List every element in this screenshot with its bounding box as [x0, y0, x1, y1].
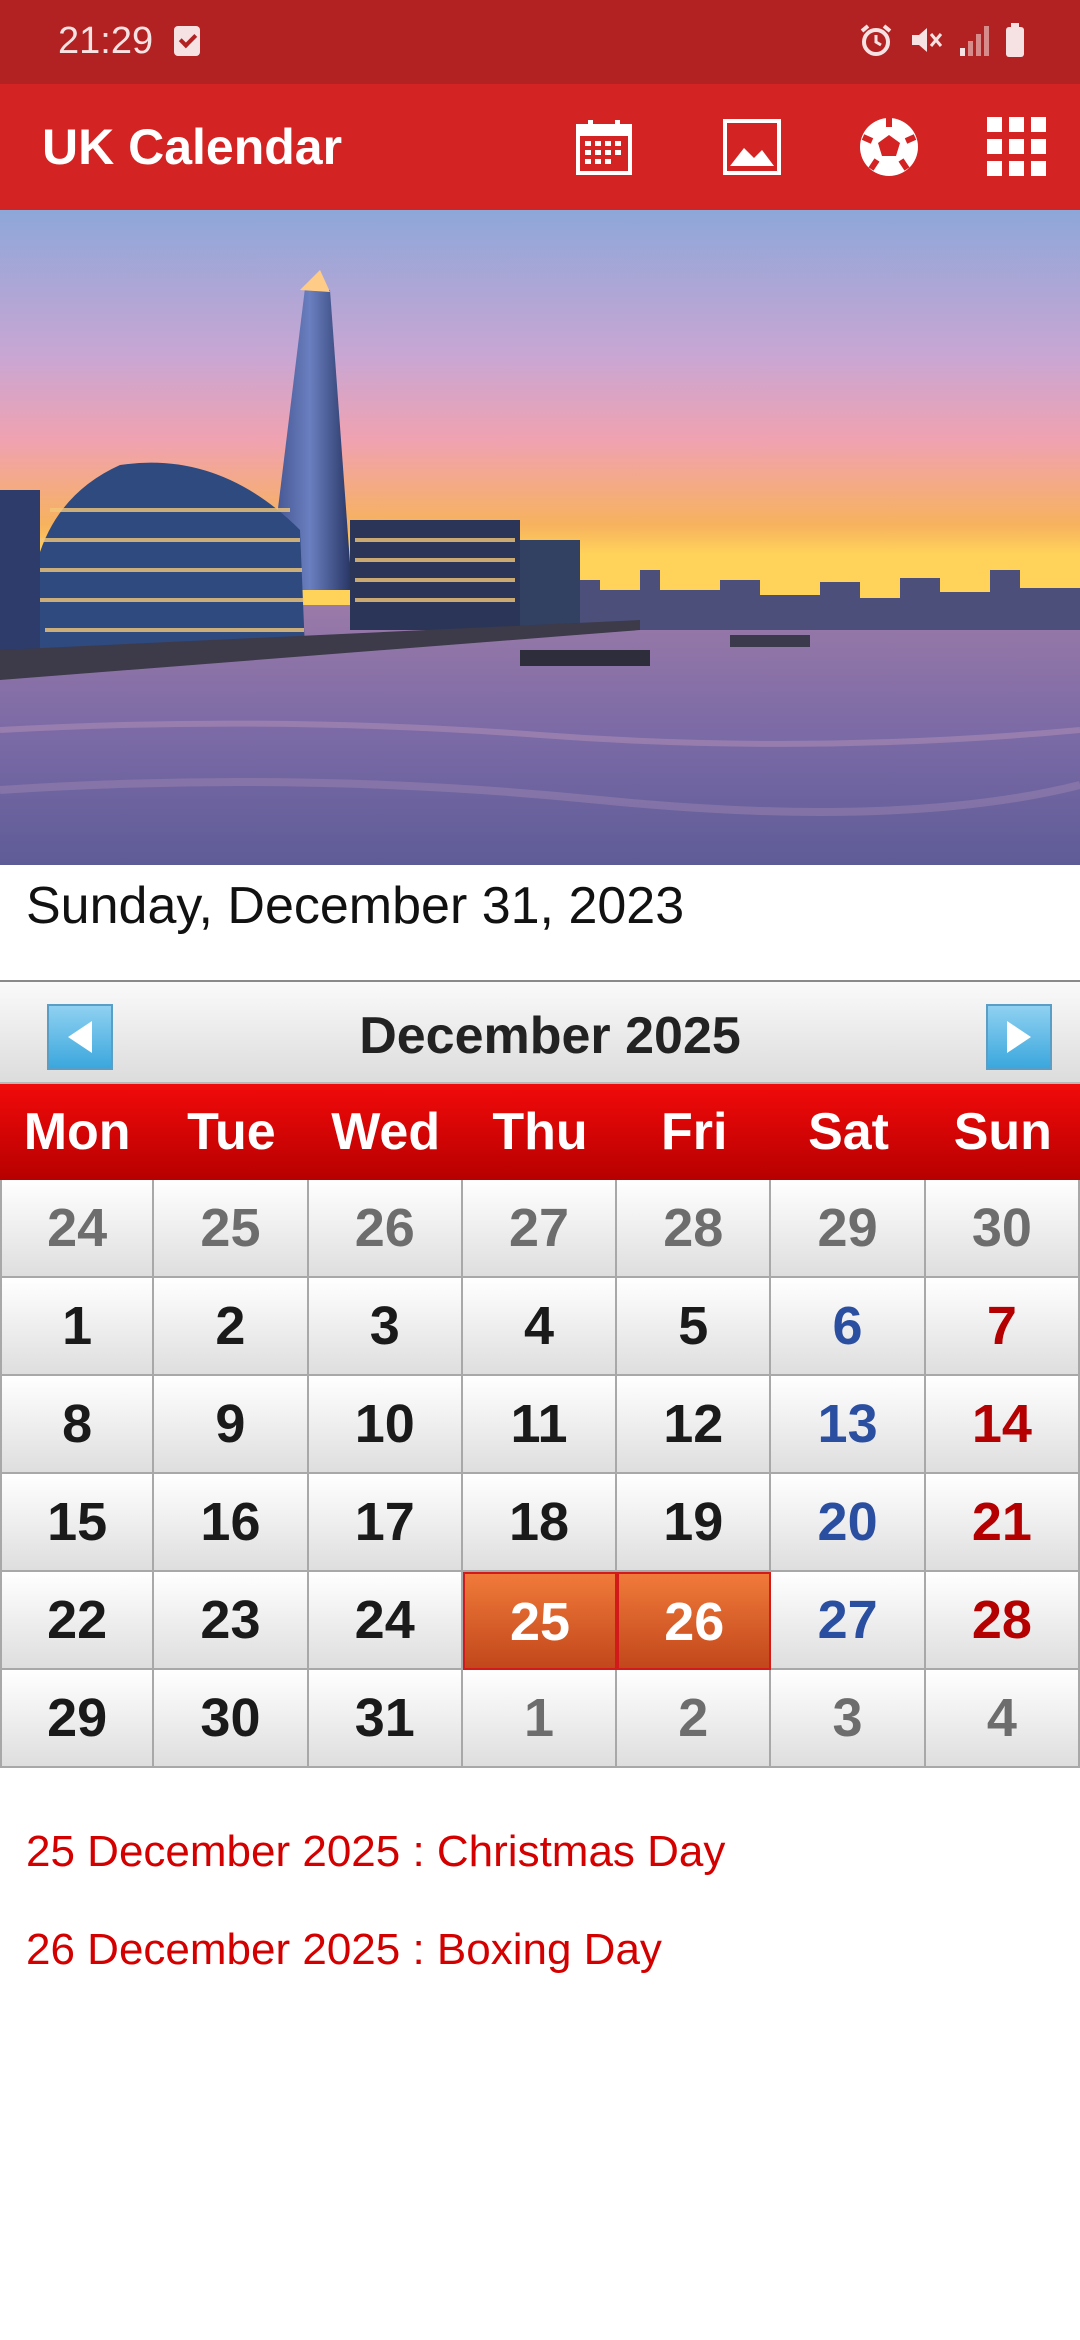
day-cell[interactable]: 30: [154, 1670, 309, 1768]
day-cell[interactable]: 3: [308, 1278, 463, 1376]
image-icon: [723, 119, 781, 175]
current-date: Sunday, December 31, 2023: [26, 877, 685, 935]
day-cell[interactable]: 4: [462, 1278, 618, 1376]
signal-icon: [960, 26, 989, 56]
day-cell[interactable]: 23: [154, 1572, 309, 1670]
day-cell[interactable]: 1: [0, 1278, 155, 1376]
day-cell[interactable]: 26: [308, 1180, 463, 1278]
next-month-button[interactable]: [986, 1004, 1052, 1070]
day-cell[interactable]: 13: [771, 1376, 926, 1474]
weekday-label: Sun: [953, 1103, 1052, 1161]
notification-check-icon: [174, 26, 200, 56]
holiday-item[interactable]: 26 December 2025 : Boxing Day: [26, 1920, 725, 2018]
arrow-right-icon: [1007, 1021, 1031, 1053]
app-bar: UK Calendar: [0, 84, 1080, 210]
weekday-label: Fri: [661, 1103, 728, 1161]
day-cell[interactable]: 4: [925, 1670, 1080, 1768]
calendar-grid: 24 25 26 27 28 29 30 1 2 3 4 5 6 7 8 9 1…: [0, 1180, 1080, 1768]
day-cell[interactable]: 27: [462, 1180, 618, 1278]
day-cell[interactable]: 29: [0, 1670, 155, 1768]
day-cell[interactable]: 25: [154, 1180, 309, 1278]
day-cell[interactable]: 3: [771, 1670, 926, 1768]
calendar-week: 1 2 3 4 5 6 7: [0, 1278, 1080, 1376]
weekday-header: Mon Tue Wed Thu Fri Sat Sun: [0, 1084, 1080, 1180]
day-cell[interactable]: 1: [462, 1670, 618, 1768]
image-button[interactable]: [717, 112, 787, 182]
holiday-item[interactable]: 25 December 2025 : Christmas Day: [26, 1822, 725, 1920]
day-cell[interactable]: 24: [0, 1180, 155, 1278]
day-cell[interactable]: 10: [308, 1376, 463, 1474]
calendar-week: 24 25 26 27 28 29 30: [0, 1180, 1080, 1278]
day-cell[interactable]: 20: [771, 1474, 926, 1572]
day-cell[interactable]: 22: [0, 1572, 155, 1670]
weekday-label: Thu: [492, 1103, 588, 1161]
day-cell[interactable]: 7: [925, 1278, 1080, 1376]
day-cell[interactable]: 18: [462, 1474, 618, 1572]
holiday-day-cell[interactable]: 25: [462, 1572, 618, 1670]
calendar-button[interactable]: [569, 112, 639, 182]
day-cell[interactable]: 14: [925, 1376, 1080, 1474]
day-cell[interactable]: 12: [617, 1376, 772, 1474]
day-cell[interactable]: 2: [617, 1670, 772, 1768]
day-cell[interactable]: 2: [154, 1278, 309, 1376]
calendar-week: 22 23 24 25 26 27 28: [0, 1572, 1080, 1670]
day-cell[interactable]: 6: [771, 1278, 926, 1376]
hero-image: [0, 210, 1080, 865]
calendar-week: 8 9 10 11 12 13 14: [0, 1376, 1080, 1474]
calendar-header: December 2025: [0, 982, 1080, 1084]
football-icon: [860, 118, 918, 176]
football-button[interactable]: [854, 112, 924, 182]
mute-icon: [912, 28, 943, 52]
weekday-label: Sat: [808, 1103, 889, 1161]
day-cell[interactable]: 17: [308, 1474, 463, 1572]
day-cell[interactable]: 24: [308, 1572, 463, 1670]
calendar: December 2025 Mon Tue Wed Thu Fri Sat Su…: [0, 980, 1080, 1768]
day-cell[interactable]: 11: [462, 1376, 618, 1474]
day-cell[interactable]: 28: [925, 1572, 1080, 1670]
weekday-label: Tue: [187, 1103, 276, 1161]
calendar-icon: [576, 120, 632, 175]
day-cell[interactable]: 30: [925, 1180, 1080, 1278]
day-cell[interactable]: 31: [308, 1670, 463, 1768]
status-bar: 21:29: [0, 0, 1080, 84]
grid-apps-icon: [987, 117, 1046, 176]
calendar-week: 29 30 31 1 2 3 4: [0, 1670, 1080, 1768]
day-cell[interactable]: 21: [925, 1474, 1080, 1572]
calendar-week: 15 16 17 18 19 20 21: [0, 1474, 1080, 1572]
day-cell[interactable]: 28: [617, 1180, 772, 1278]
holiday-list: 25 December 2025 : Christmas Day 26 Dece…: [26, 1822, 725, 2018]
holiday-day-cell[interactable]: 26: [617, 1572, 772, 1670]
day-cell[interactable]: 9: [154, 1376, 309, 1474]
day-cell[interactable]: 19: [617, 1474, 772, 1572]
day-cell[interactable]: 29: [771, 1180, 926, 1278]
month-title: December 2025: [359, 1007, 741, 1065]
app-title: UK Calendar: [42, 119, 343, 175]
day-cell[interactable]: 16: [154, 1474, 309, 1572]
day-cell[interactable]: 5: [617, 1278, 772, 1376]
battery-icon: [1006, 23, 1024, 57]
day-cell[interactable]: 27: [771, 1572, 926, 1670]
day-cell[interactable]: 8: [0, 1376, 155, 1474]
status-time: 21:29: [58, 20, 154, 62]
weekday-label: Wed: [331, 1103, 441, 1161]
apps-button[interactable]: [982, 112, 1052, 182]
day-cell[interactable]: 15: [0, 1474, 155, 1572]
weekday-label: Mon: [23, 1103, 131, 1161]
alarm-icon: [860, 24, 892, 56]
